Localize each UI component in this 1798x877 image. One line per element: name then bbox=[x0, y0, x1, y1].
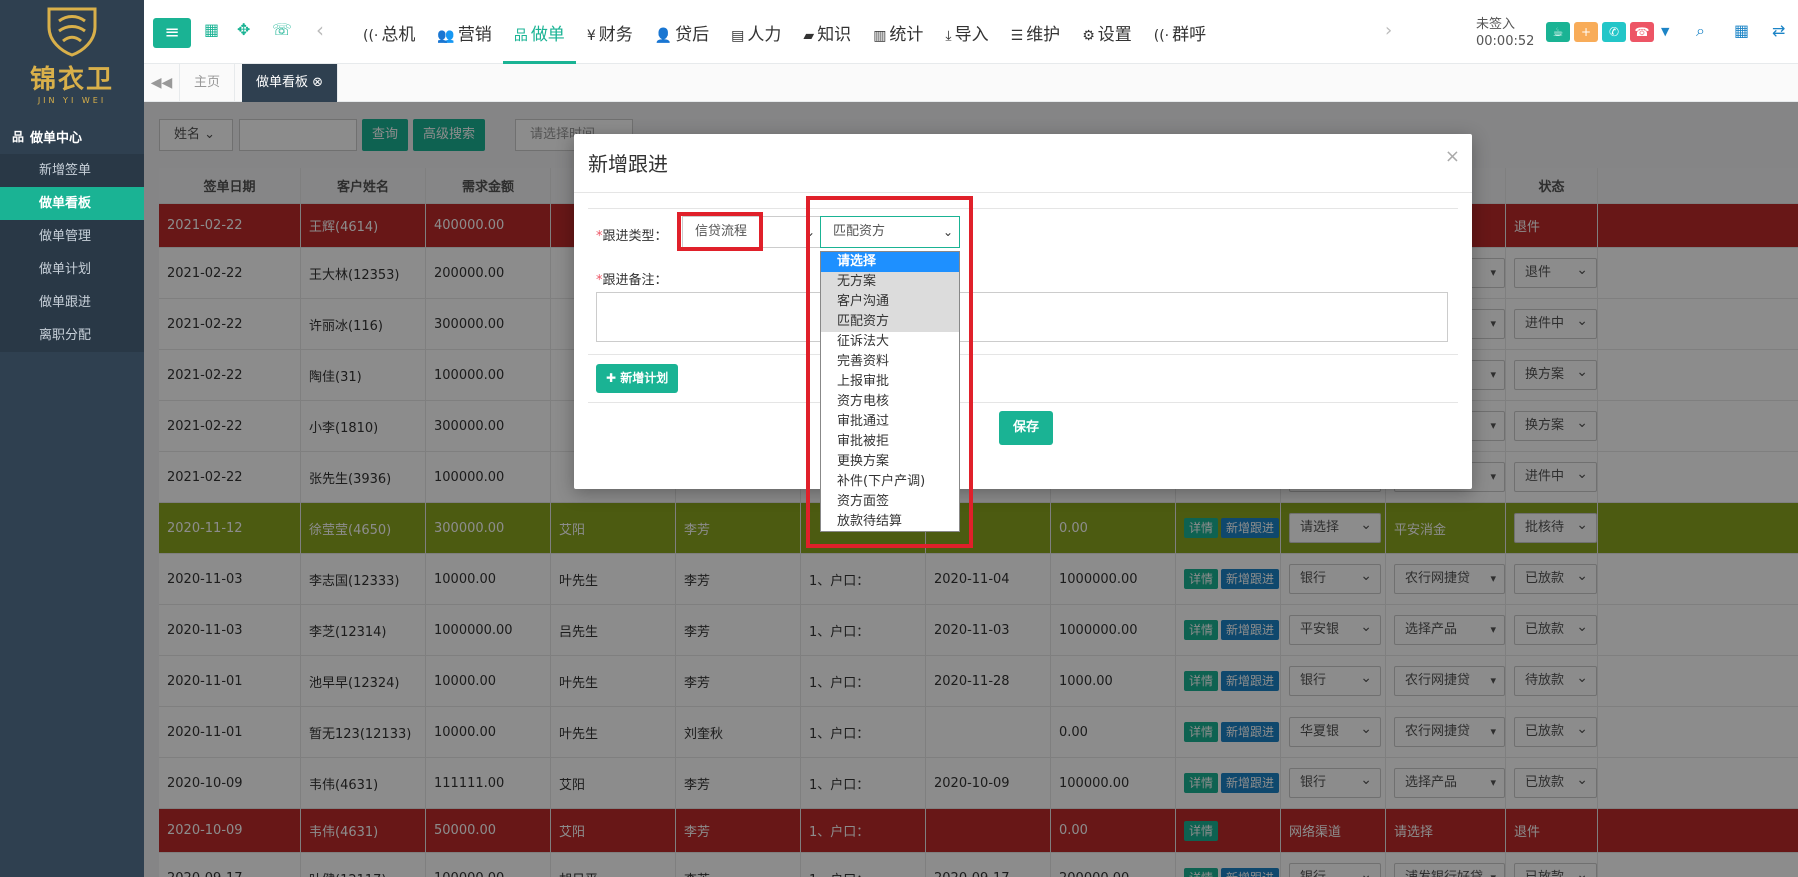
shield-logo-icon bbox=[47, 7, 97, 57]
sidebar-item[interactable]: 新增签单 bbox=[0, 154, 144, 187]
followup-type-label-text: 跟进类型： bbox=[602, 229, 668, 244]
add-button[interactable]: + bbox=[1574, 22, 1598, 42]
modal-header-divider bbox=[574, 192, 1472, 193]
search-icon[interactable]: ⌕ bbox=[1696, 21, 1705, 41]
form-divider bbox=[588, 354, 1458, 355]
tab-board-label: 做单看板 bbox=[256, 75, 309, 90]
tab-home[interactable]: 主页 bbox=[180, 64, 236, 102]
top-menu: ((· 总机 👥 营销品做单 ¥ 财务 👤 贷后 ▤ 人力 ▰ 知识 ▥ 统计 ⤓ 导入 ☰ 维护 ⚙ 设置 ((· 群呼 bbox=[352, 0, 1217, 64]
phone-hangup-button[interactable]: ☎ bbox=[1630, 22, 1654, 42]
save-button[interactable]: 保存 bbox=[999, 411, 1053, 445]
top-menu-item[interactable]: ▤ 人力 bbox=[720, 0, 792, 64]
form-divider bbox=[588, 402, 1458, 403]
move-icon[interactable]: ✥ bbox=[237, 20, 250, 39]
sidebar-section-header[interactable]: 品 做单中心 bbox=[0, 118, 144, 154]
grid-icon[interactable]: ▦ bbox=[1734, 21, 1749, 40]
brand-name-en: JIN YI WEI bbox=[37, 96, 107, 105]
followup-note-label-text: 跟进备注： bbox=[602, 273, 668, 288]
download-icon: ⤓ bbox=[945, 28, 952, 44]
top-menu-item-label: 营销 bbox=[457, 25, 492, 45]
followup-type-label: *跟进类型： bbox=[596, 229, 668, 244]
top-menu-item-label: 设置 bbox=[1097, 25, 1132, 45]
bar-chart-icon: ▥ bbox=[873, 28, 887, 44]
top-menu-item[interactable]: ¥ 财务 bbox=[576, 0, 644, 64]
top-menu-item[interactable]: ((· 总机 bbox=[352, 0, 426, 64]
modal-title: 新增跟进 bbox=[588, 152, 668, 176]
top-menu-item-label: 总机 bbox=[381, 25, 416, 45]
top-navbar: ≡ ▦ ✥ ☏ ‹ ((· 总机 👥 营销品做单 ¥ 财务 👤 贷后 ▤ 人力 ▰ 知识 ▥ 统计 ⤓ 导入 ☰… bbox=[144, 0, 1798, 64]
signin-timer: 00:00:52 bbox=[1476, 34, 1535, 49]
calendar-icon[interactable]: ▦ bbox=[204, 20, 219, 39]
top-menu-item[interactable]: 👥 营销 bbox=[426, 0, 502, 64]
top-menu-item-label: 维护 bbox=[1026, 25, 1061, 45]
signin-status-text: 未签入 bbox=[1476, 17, 1516, 32]
antenna-icon: ((· bbox=[363, 28, 379, 44]
user-plus-icon: 👤 bbox=[654, 28, 673, 44]
sidebar-item[interactable]: 做单计划 bbox=[0, 253, 144, 286]
signin-status: 未签入 00:00:52 bbox=[1476, 16, 1534, 50]
database-icon: ☰ bbox=[1010, 28, 1024, 44]
top-menu-item-label: 贷后 bbox=[675, 25, 710, 45]
swap-icon[interactable]: ⇄ bbox=[1772, 21, 1785, 40]
users-icon: 👥 bbox=[437, 28, 455, 44]
top-menu-item[interactable]: ☰ 维护 bbox=[1000, 0, 1072, 64]
close-icon[interactable]: × bbox=[1445, 146, 1460, 167]
tab-scroll-left-button[interactable]: ◀◀ bbox=[144, 64, 180, 102]
followup-note-textarea[interactable] bbox=[596, 292, 1448, 342]
id-card-icon: ▤ bbox=[731, 28, 745, 44]
coffee-break-button[interactable]: ☕ bbox=[1546, 22, 1570, 42]
top-menu-item[interactable]: ▥ 统计 bbox=[862, 0, 934, 64]
tab-home-label: 主页 bbox=[194, 75, 221, 90]
sidebar-item[interactable]: 离职分配 bbox=[0, 319, 144, 352]
top-menu-item[interactable]: ⤓ 导入 bbox=[934, 0, 999, 64]
top-menu-item[interactable]: 👤 贷后 bbox=[644, 0, 720, 64]
followup-note-label: *跟进备注： bbox=[596, 273, 668, 288]
book-icon: ▰ bbox=[803, 28, 815, 44]
top-menu-item-label: 导入 bbox=[954, 25, 989, 45]
tab-board[interactable]: 做单看板 ⊗ bbox=[242, 64, 339, 102]
chevron-right-icon[interactable]: › bbox=[1385, 20, 1392, 41]
sidebar-section-label: 做单中心 bbox=[30, 130, 83, 146]
sidebar-item[interactable]: 做单跟进 bbox=[0, 286, 144, 319]
sitemap-icon: 品 bbox=[12, 129, 25, 144]
add-plan-button-label: 新增计划 bbox=[620, 371, 669, 385]
sidebar-item[interactable]: 做单看板 bbox=[0, 187, 144, 220]
top-menu-item[interactable]: ⚙ 设置 bbox=[1071, 0, 1143, 64]
top-menu-item[interactable]: 品做单 bbox=[502, 0, 576, 64]
sidebar-item[interactable]: 做单管理 bbox=[0, 220, 144, 253]
gear-icon: ⚙ bbox=[1082, 28, 1095, 44]
hamburger-menu-button[interactable]: ≡ bbox=[153, 18, 191, 48]
annotation-highlight-box bbox=[677, 212, 763, 251]
form-divider bbox=[588, 208, 1458, 209]
add-plan-button[interactable]: ✚ 新增计划 bbox=[596, 364, 679, 393]
chevron-left-icon[interactable]: ‹ bbox=[316, 18, 324, 42]
brand-logo: 锦衣卫 JIN YI WEI bbox=[0, 0, 144, 110]
sitemap-icon: 品 bbox=[513, 28, 528, 44]
top-menu-item-label: 统计 bbox=[889, 25, 924, 45]
phone-answer-button[interactable]: ✆ bbox=[1602, 22, 1626, 42]
plus-icon: ✚ bbox=[606, 371, 617, 385]
top-menu-item[interactable]: ▰ 知识 bbox=[792, 0, 862, 64]
add-followup-modal: 新增跟进 × *跟进类型： 信贷流程 ⌄ 匹配资方 ⌄ *跟进备注： ✚ 新增计划 … bbox=[574, 134, 1472, 489]
antenna-icon: ((· bbox=[1153, 28, 1170, 44]
yen-icon: ¥ bbox=[586, 28, 596, 44]
top-menu-item-label: 做单 bbox=[530, 25, 565, 45]
page-tabs-bar: ◀◀ 主页 做单看板 ⊗ bbox=[144, 64, 1798, 102]
top-menu-item-label: 人力 bbox=[747, 25, 782, 45]
wechat-icon[interactable]: ☏ bbox=[272, 20, 292, 39]
top-menu-item[interactable]: ((· 群呼 bbox=[1143, 0, 1217, 64]
close-tab-icon[interactable]: ⊗ bbox=[312, 75, 323, 90]
annotation-highlight-box bbox=[806, 196, 973, 548]
top-menu-item-label: 群呼 bbox=[1172, 25, 1207, 45]
top-menu-item-label: 财务 bbox=[598, 25, 633, 45]
caret-down-icon[interactable]: ▼ bbox=[1661, 25, 1669, 38]
brand-name: 锦衣卫 bbox=[29, 65, 114, 95]
top-menu-item-label: 知识 bbox=[817, 25, 852, 45]
sidebar: 锦衣卫 JIN YI WEI 品 做单中心 新增签单 做单看板 做单管理 做单计划 做单… bbox=[0, 0, 144, 877]
